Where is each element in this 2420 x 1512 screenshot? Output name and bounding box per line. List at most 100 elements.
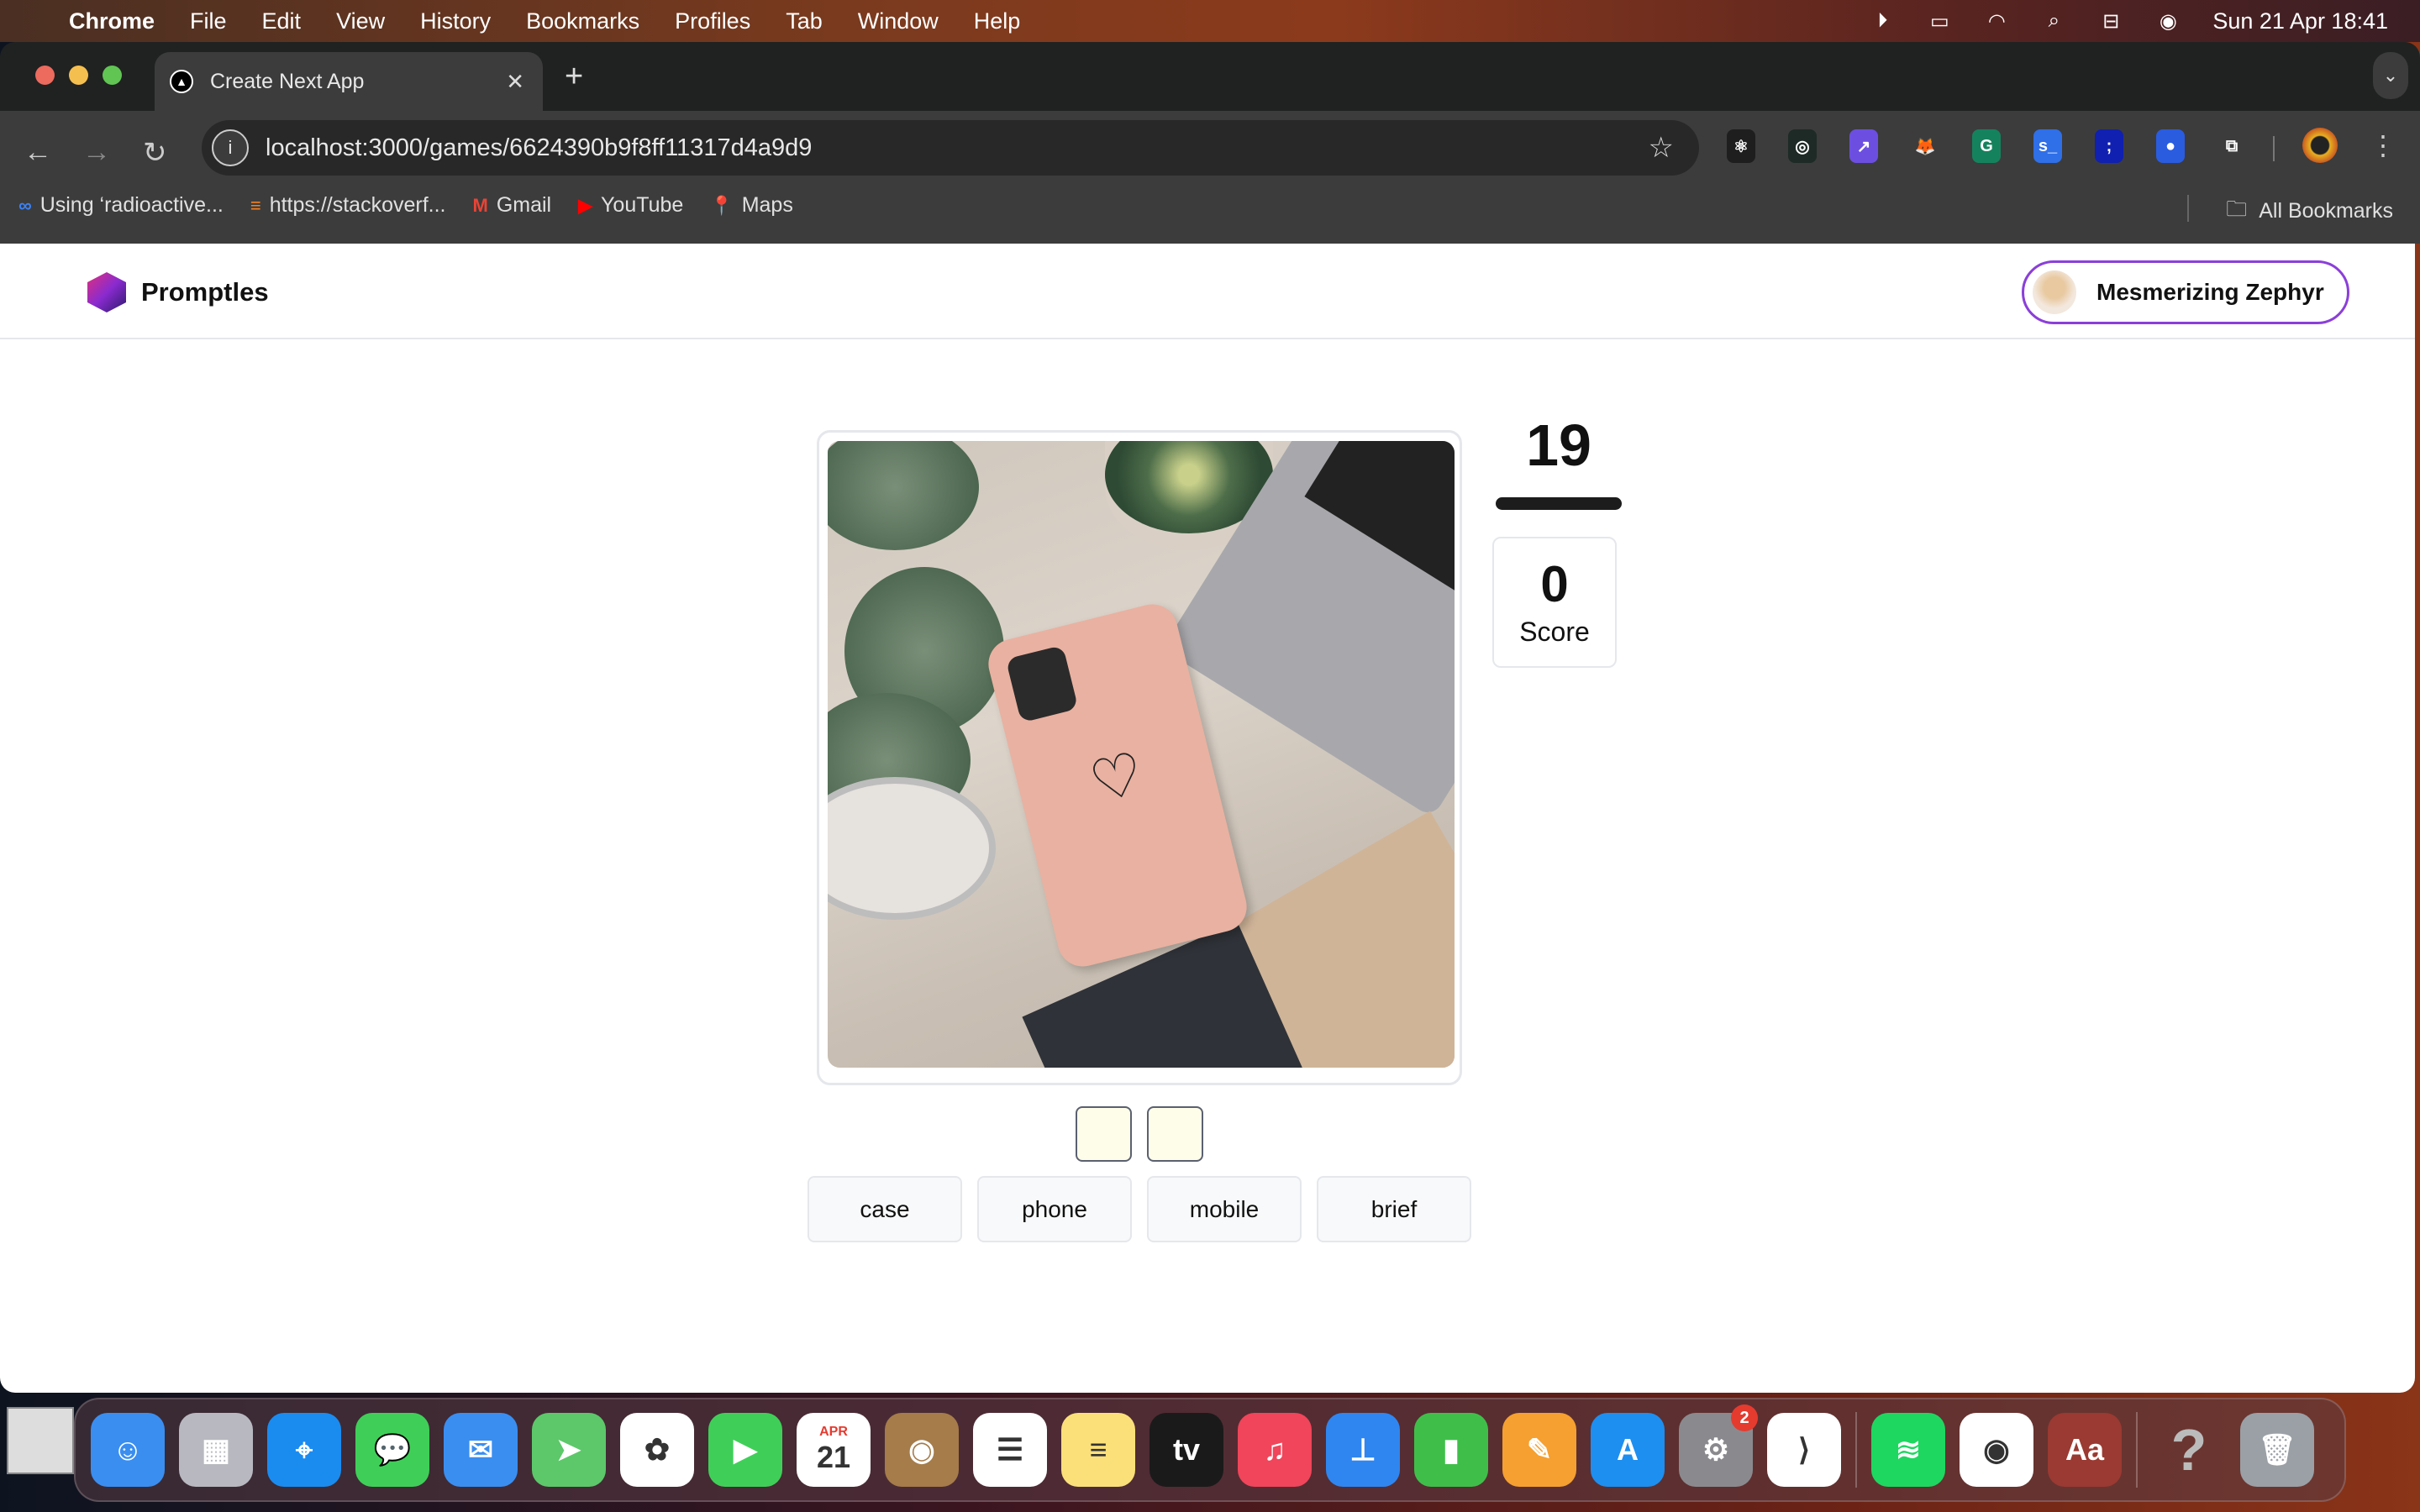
url-text[interactable]: localhost:3000/games/6624390b9f8ff11317d…	[266, 134, 812, 162]
grammarly-icon[interactable]: G	[1972, 129, 2001, 163]
menu-tab[interactable]: Tab	[786, 8, 823, 34]
web-page: Promptles Mesmerizing Zephyr ♡ 19 0 Scor…	[0, 244, 2415, 1393]
back-icon[interactable]: ←	[24, 136, 52, 169]
nextjs-favicon-icon: ▲	[170, 70, 193, 93]
close-window-button[interactable]	[35, 66, 55, 85]
bookmark-label: Using ‘radioactive...	[39, 193, 224, 217]
reload-icon[interactable]: ↻	[143, 136, 167, 170]
bookmark-star-icon[interactable]: ☆	[1649, 131, 1674, 165]
close-tab-icon[interactable]: ✕	[506, 69, 524, 95]
reminders-icon[interactable]: ☰	[973, 1413, 1047, 1487]
chrome-icon[interactable]: ◉	[1960, 1413, 2033, 1487]
youtube-icon: ▶	[578, 194, 593, 216]
word-button-mobile[interactable]: mobile	[1147, 1176, 1302, 1242]
vscode-icon[interactable]: ⟩	[1767, 1413, 1841, 1487]
notes-icon[interactable]: ≡	[1061, 1413, 1135, 1487]
bookmark-item[interactable]: 📍 Maps	[710, 193, 793, 218]
menu-help[interactable]: Help	[974, 8, 1021, 34]
minimize-window-button[interactable]	[69, 66, 88, 85]
launchpad-icon[interactable]: ▦	[179, 1413, 253, 1487]
folder-icon: 🗀	[2226, 197, 2248, 221]
address-bar[interactable]: i localhost:3000/games/6624390b9f8ff1131…	[202, 120, 1699, 176]
maps-icon: 📍	[710, 194, 734, 216]
new-tab-button[interactable]: +	[565, 59, 583, 95]
chrome-menu-icon[interactable]: ⋮	[2370, 129, 2396, 161]
bookmark-label: Gmail	[496, 193, 552, 217]
system-settings-icon[interactable]: ⚙ 2	[1679, 1404, 1758, 1487]
extensions-puzzle-icon[interactable]: ⧉	[2217, 129, 2246, 163]
menu-window[interactable]: Window	[858, 8, 939, 34]
play-icon[interactable]: ⏵	[1870, 9, 1895, 32]
maximize-window-button[interactable]	[103, 66, 122, 85]
menu-edit[interactable]: Edit	[262, 8, 302, 34]
score-box: 0 Score	[1492, 537, 1617, 668]
profile-avatar-icon[interactable]	[2302, 128, 2338, 163]
menu-bookmarks[interactable]: Bookmarks	[526, 8, 639, 34]
app-store-icon[interactable]: A	[1591, 1413, 1665, 1487]
menu-view[interactable]: View	[336, 8, 385, 34]
forward-icon[interactable]: →	[82, 136, 111, 169]
site-info-icon[interactable]: i	[212, 129, 249, 166]
messages-icon[interactable]: 💬	[355, 1413, 429, 1487]
calendar-icon[interactable]: APR 21	[797, 1413, 871, 1487]
react-devtools-icon[interactable]: ⚛	[1727, 129, 1755, 163]
extension-green-circle-icon[interactable]: ◎	[1788, 129, 1817, 163]
answer-slot[interactable]	[1076, 1106, 1132, 1162]
tab-search-chevron-icon[interactable]: ⌄	[2373, 52, 2408, 99]
control-center-icon[interactable]: ⊟	[2098, 10, 2123, 33]
tab-create-next-app[interactable]: ▲ Create Next App ✕	[155, 52, 543, 111]
meta-icon: ∞	[18, 194, 32, 216]
timer-progress-bar	[1496, 497, 1622, 510]
battery-icon[interactable]: ▭	[1927, 10, 1952, 33]
maps-icon[interactable]: ➤	[532, 1413, 606, 1487]
extension-semicolon-icon[interactable]: ;	[2095, 129, 2123, 163]
extension-blue-dot-icon[interactable]: ●	[2156, 129, 2185, 163]
bookmark-item[interactable]: ∞ Using ‘radioactive...	[18, 193, 224, 218]
toolbar: ← → ↻ i localhost:3000/games/6624390b9f8…	[0, 111, 2420, 244]
bookmark-item[interactable]: M Gmail	[473, 193, 552, 218]
bookmark-item[interactable]: ▶ YouTube	[578, 193, 683, 218]
keynote-icon[interactable]: ⊥	[1326, 1413, 1400, 1487]
avatar	[2033, 270, 2076, 314]
screenshot-thumbnail[interactable]	[7, 1407, 74, 1474]
pages-icon[interactable]: ✎	[1502, 1413, 1576, 1487]
numbers-icon[interactable]: ▮	[1414, 1413, 1488, 1487]
music-icon[interactable]: ♫	[1238, 1413, 1312, 1487]
word-button-brief[interactable]: brief	[1317, 1176, 1471, 1242]
tab-title: Create Next App	[210, 69, 365, 93]
extension-purple-icon[interactable]: ↗	[1849, 129, 1878, 163]
menu-file[interactable]: File	[190, 8, 227, 34]
image-card: ♡	[817, 430, 1462, 1085]
cube-logo-icon	[87, 272, 126, 312]
contacts-icon[interactable]: ◉	[885, 1413, 959, 1487]
photos-icon[interactable]: ✿	[620, 1413, 694, 1487]
menu-app-name[interactable]: Chrome	[69, 8, 155, 34]
extension-blue-s-icon[interactable]: s_	[2033, 129, 2062, 163]
trash-icon[interactable]: 🗑	[2240, 1413, 2314, 1487]
bookmark-item[interactable]: ≡ https://stackoverf...	[250, 193, 446, 218]
siri-icon[interactable]: ◉	[2155, 10, 2181, 33]
answer-slot[interactable]	[1147, 1106, 1203, 1162]
clock[interactable]: Sun 21 Apr 18:41	[2212, 8, 2388, 34]
search-icon[interactable]: ⌕	[2041, 9, 2066, 32]
finder-icon[interactable]: ☺	[91, 1413, 165, 1487]
help-icon[interactable]: ?	[2152, 1413, 2226, 1487]
all-bookmarks-button[interactable]: 🗀 All Bookmarks	[2226, 193, 2393, 229]
safari-icon[interactable]: ⌖	[267, 1413, 341, 1487]
apple-tv-icon[interactable]: tv	[1150, 1413, 1223, 1487]
wifi-icon[interactable]: ◠	[1984, 10, 2009, 33]
facetime-icon[interactable]: ▶	[708, 1413, 782, 1487]
mail-icon[interactable]: ✉	[444, 1413, 518, 1487]
metamask-icon[interactable]: 🦊	[1911, 129, 1939, 163]
dock-divider	[1855, 1412, 1857, 1488]
word-button-case[interactable]: case	[808, 1176, 962, 1242]
word-button-phone[interactable]: phone	[977, 1176, 1132, 1242]
dock: ☺ ▦ ⌖ 💬 ✉ ➤ ✿ ▶ APR 21 ◉ ☰ ≡ tv ♫ ⊥ ▮ ✎ A ⚙ 2 ⟩ ≋ ◉ Aa? 🗑	[74, 1398, 2346, 1502]
user-profile-button[interactable]: Mesmerizing Zephyr	[2022, 260, 2349, 324]
menu-history[interactable]: History	[420, 8, 491, 34]
spotify-icon[interactable]: ≋	[1871, 1413, 1945, 1487]
menu-profiles[interactable]: Profiles	[675, 8, 750, 34]
dictionary-icon[interactable]: Aa	[2048, 1413, 2122, 1487]
brand-logo[interactable]: Promptles	[87, 272, 269, 312]
bookmark-label: https://stackoverf...	[269, 193, 446, 217]
